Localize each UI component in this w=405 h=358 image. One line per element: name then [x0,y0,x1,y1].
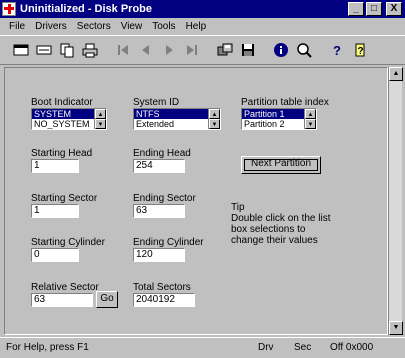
status-offset: Off 0x000 [330,342,374,353]
info-icon [274,43,288,57]
go-button[interactable]: Go [96,291,118,308]
context-help-icon: ? [355,43,365,57]
scroll-up-button[interactable]: ▲ [389,67,403,81]
status-sector: Sec [294,342,312,353]
view-words-button[interactable] [33,39,55,61]
relative-sector-label: Relative Sector [31,282,99,293]
scroll-up-icon[interactable]: ▲ [209,109,220,119]
read-sectors-button[interactable] [214,39,236,61]
status-help-text: For Help, press F1 [6,342,89,353]
save-sectors-button[interactable] [237,39,259,61]
last-sector-button[interactable] [181,39,203,61]
total-sectors-field[interactable]: 2040192 [133,293,195,307]
disk-read-icon [217,43,233,56]
print-button[interactable] [79,39,101,61]
scroll-down-icon[interactable]: ▼ [95,119,106,129]
starting-sector-label: Starting Sector [31,193,98,204]
last-icon [187,45,197,55]
view-bytes-button[interactable] [10,39,32,61]
tip-text-line-2: box selections to [231,224,306,235]
close-button[interactable]: X [386,2,402,16]
svg-text:?: ? [358,46,364,57]
partition-index-listbox[interactable]: Partition 1 Partition 2 ▲ ▼ [241,108,317,130]
window-icon [13,44,29,56]
maximize-button[interactable]: □ [366,2,382,16]
scroll-up-icon[interactable]: ▲ [95,109,106,119]
help-icon: ? [333,43,341,58]
status-drive: Drv [258,342,274,353]
total-sectors-label: Total Sectors [133,282,191,293]
ending-head-field[interactable]: 254 [133,159,185,173]
disk-probe-window: Uninitialized - Disk Probe _ □ X File Dr… [0,0,405,358]
next-sector-button[interactable] [158,39,180,61]
vertical-scrollbar[interactable]: ▲ ▼ [388,67,403,335]
tip-title: Tip [231,202,245,213]
ending-cylinder-field[interactable]: 120 [133,248,185,262]
scroll-up-icon[interactable]: ▲ [305,109,316,119]
status-bar: For Help, press F1 Drv Sec Off 0x000 [0,337,405,357]
listbox-scrollbar[interactable]: ▲ ▼ [304,109,316,129]
previous-sector-button[interactable] [135,39,157,61]
scroll-down-icon[interactable]: ▼ [305,119,316,129]
app-icon [2,2,16,16]
partition-table-view: Boot Indicator SYSTEM NO_SYSTEM ▲ ▼ Syste… [4,67,388,335]
ending-head-label: Ending Head [133,148,191,159]
scroll-down-button[interactable]: ▼ [389,321,403,335]
tip-text-line-1: Double click on the list [231,213,331,224]
starting-cylinder-label: Starting Cylinder [31,237,105,248]
printer-icon [82,43,98,58]
system-id-label: System ID [133,97,180,108]
listbox-scrollbar[interactable]: ▲ ▼ [208,109,220,129]
menu-bar: File Drivers Sectors View Tools Help [0,18,405,34]
window-icon [36,45,52,55]
copy-icon [60,43,74,58]
menu-tools[interactable]: Tools [147,21,180,32]
ending-cylinder-label: Ending Cylinder [133,237,204,248]
help-button[interactable]: ? [326,39,348,61]
svg-text:?: ? [333,43,341,58]
menu-drivers[interactable]: Drivers [30,21,72,32]
title-bar: Uninitialized - Disk Probe _ □ X [0,0,405,18]
boot-indicator-label: Boot Indicator [31,97,93,108]
menu-file[interactable]: File [4,21,30,32]
search-icon [297,43,312,58]
window-title: Uninitialized - Disk Probe [20,3,153,15]
context-help-button[interactable]: ? [349,39,371,61]
menu-view[interactable]: View [116,21,148,32]
ending-sector-label: Ending Sector [133,193,196,204]
boot-indicator-listbox[interactable]: SYSTEM NO_SYSTEM ▲ ▼ [31,108,107,130]
floppy-disk-icon [242,44,254,56]
toolbar: ? ? [0,35,405,65]
starting-head-field[interactable]: 1 [31,159,79,173]
system-id-listbox[interactable]: NTFS Extended ▲ ▼ [133,108,221,130]
first-icon [118,45,128,55]
next-icon [166,45,173,55]
listbox-scrollbar[interactable]: ▲ ▼ [94,109,106,129]
minimize-button[interactable]: _ [348,2,364,16]
ending-sector-field[interactable]: 63 [133,204,185,218]
search-button[interactable] [293,39,315,61]
relative-sector-field[interactable]: 63 [31,293,93,307]
tip-text-line-3: change their values [231,235,318,246]
copy-button[interactable] [56,39,78,61]
next-partition-button[interactable]: Next Partition [241,156,321,174]
scroll-down-icon[interactable]: ▼ [209,119,220,129]
partition-index-label: Partition table index [241,97,329,108]
starting-sector-field[interactable]: 1 [31,204,79,218]
starting-cylinder-field[interactable]: 0 [31,248,79,262]
starting-head-label: Starting Head [31,148,93,159]
menu-sectors[interactable]: Sectors [72,21,116,32]
info-button[interactable] [270,39,292,61]
menu-help[interactable]: Help [181,21,212,32]
first-sector-button[interactable] [112,39,134,61]
previous-icon [142,45,149,55]
